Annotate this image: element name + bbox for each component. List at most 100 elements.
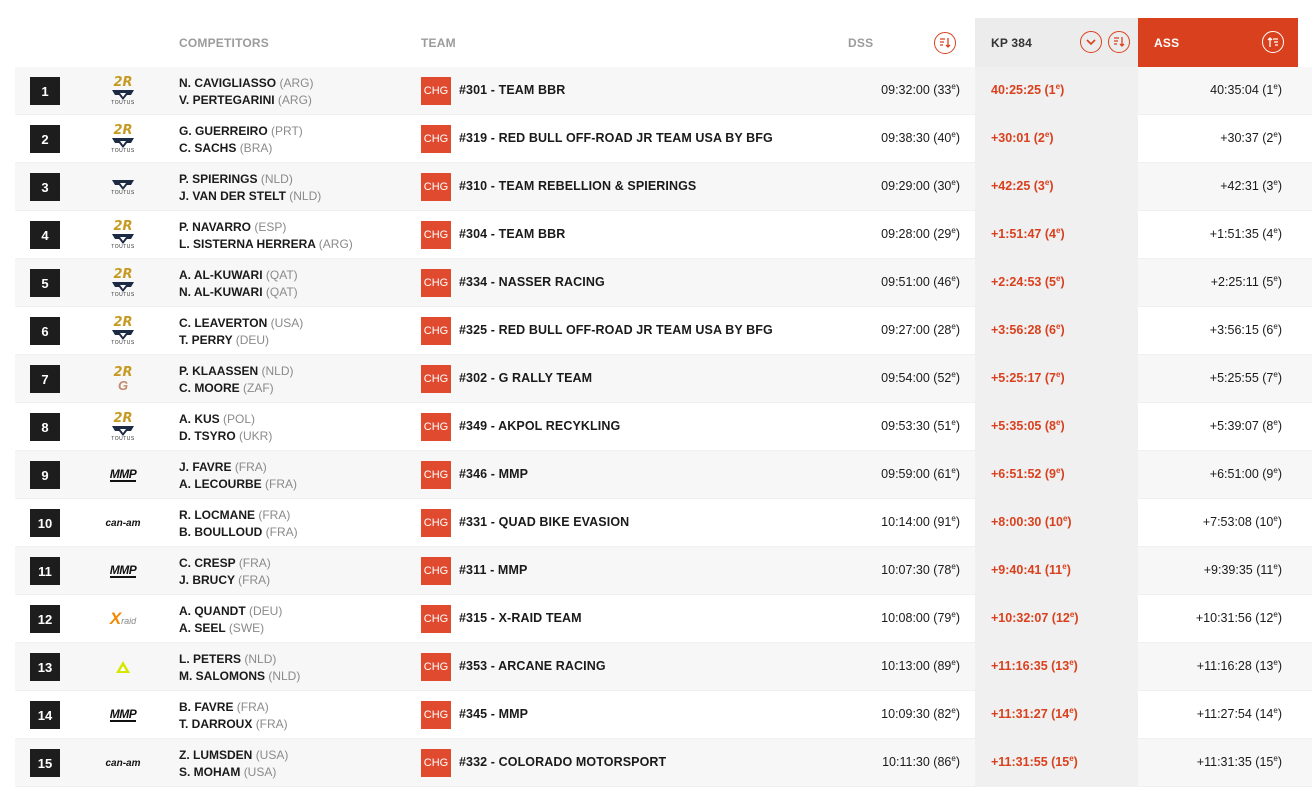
driver-nationality: (PRT) [271, 124, 303, 138]
rank-badge: 6 [30, 317, 60, 345]
ass-position-suffix: e [1273, 370, 1278, 379]
table-row[interactable]: 2 2R TOUTUS G. GUERREIRO (PRT) C. SACHS (BRA… [15, 115, 1312, 163]
header-competitors[interactable]: COMPETITORS [179, 18, 269, 67]
driver-nationality: (ESP) [254, 220, 287, 234]
team-name[interactable]: #319 - RED BULL OFF-ROAD JR TEAM USA BY … [459, 131, 773, 145]
kp-time: 40:25:25 (1e) [991, 82, 1065, 98]
competitor-names[interactable]: C. LEAVERTON (USA) T. PERRY (DEU) [179, 315, 303, 349]
team-name[interactable]: #334 - NASSER RACING [459, 275, 605, 289]
codriver-nationality: (NLD) [289, 189, 322, 203]
competitor-names[interactable]: C. CRESP (FRA) J. BRUCY (FRA) [179, 555, 271, 589]
sort-ascending-icon[interactable] [1262, 31, 1284, 53]
dss-time: 10:14:00 (91e) [881, 514, 960, 530]
codriver-nationality: (SWE) [228, 621, 265, 635]
competitor-names[interactable]: A. AL-KUWARI (QAT) N. AL-KUWARI (QAT) [179, 267, 298, 301]
ass-position-suffix: e [1273, 514, 1278, 523]
table-row[interactable]: 7 2R G P. KLAASSEN (NLD) C. MOORE (ZAF) CHG #3… [15, 355, 1312, 403]
kp-position-suffix: e [1044, 130, 1050, 139]
codriver-name: S. MOHAM [179, 765, 241, 779]
dss-time: 09:51:00 (46e) [881, 274, 960, 290]
competitor-names[interactable]: G. GUERREIRO (PRT) C. SACHS (BRA) [179, 123, 303, 157]
table-row[interactable]: 1 2R TOUTUS N. CAVIGLIASSO (ARG) V. PERTEGAR… [15, 67, 1312, 115]
codriver-name: L. SISTERNA HERRERA [179, 237, 316, 251]
driver-name: A. QUANDT [179, 604, 246, 618]
table-row[interactable]: 13 L. PETERS (NLD) M. SALOMONS (NLD) CHG #35… [15, 643, 1312, 691]
team-name[interactable]: #310 - TEAM REBELLION & SPIERINGS [459, 179, 696, 193]
codriver-name: T. PERRY [179, 333, 233, 347]
codriver-nationality: (BRA) [239, 141, 273, 155]
competitor-names[interactable]: A. QUANDT (DEU) A. SEEL (SWE) [179, 603, 282, 637]
ass-time: +6:51:00 (9e) [1209, 466, 1282, 482]
table-row[interactable]: 6 2R TOUTUS C. LEAVERTON (USA) T. PERRY (DEU… [15, 307, 1312, 355]
competitor-names[interactable]: Z. LUMSDEN (USA) S. MOHAM (USA) [179, 747, 288, 781]
competitor-names[interactable]: N. CAVIGLIASSO (ARG) V. PERTEGARINI (ARG) [179, 75, 313, 109]
ass-time: +2:25:11 (5e) [1210, 274, 1282, 290]
kp-time: +2:24:53 (5e) [991, 274, 1065, 290]
kp-time: +30:01 (2e) [991, 130, 1054, 146]
dss-position-suffix: e [951, 82, 956, 91]
kp-time: +42:25 (3e) [991, 178, 1054, 194]
sort-descending-icon[interactable] [934, 31, 956, 54]
table-row[interactable]: 14 MMP B. FAVRE (FRA) T. DARROUX (FRA) CHG #3… [15, 691, 1312, 739]
header-ass[interactable]: ASS [1138, 18, 1298, 67]
team-name[interactable]: #304 - TEAM BBR [459, 227, 565, 241]
dss-time: 09:54:00 (52e) [881, 370, 960, 386]
dss-time: 09:59:00 (61e) [881, 466, 960, 482]
dss-position-suffix: e [951, 226, 956, 235]
category-badge: CHG [421, 701, 451, 729]
team-name[interactable]: #301 - TEAM BBR [459, 83, 565, 97]
table-row[interactable]: 10 can-am R. LOCMANE (FRA) B. BOULLOUD (FRA… [15, 499, 1312, 547]
competitor-names[interactable]: P. SPIERINGS (NLD) J. VAN DER STELT (NLD) [179, 171, 321, 205]
header-kp[interactable]: KP 384 [975, 18, 1138, 67]
header-team[interactable]: TEAM [421, 18, 456, 67]
team-name[interactable]: #346 - MMP [459, 467, 528, 481]
chevron-down-icon[interactable] [1080, 31, 1102, 53]
team-name[interactable]: #332 - COLORADO MOTORSPORT [459, 755, 666, 769]
driver-nationality: (QAT) [265, 268, 298, 282]
team-name[interactable]: #353 - ARCANE RACING [459, 659, 606, 673]
table-row[interactable]: 8 2R TOUTUS A. KUS (POL) D. TSYRO (UKR) CHG #3… [15, 403, 1312, 451]
dss-sort-button[interactable] [934, 18, 956, 67]
table-row[interactable]: 4 2R TOUTUS P. NAVARRO (ESP) L. SISTERNA HER… [15, 211, 1312, 259]
table-row[interactable]: 9 MMP J. FAVRE (FRA) A. LECOURBE (FRA) CHG #3… [15, 451, 1312, 499]
team-name[interactable]: #302 - G RALLY TEAM [459, 371, 592, 385]
team-name[interactable]: #345 - MMP [459, 707, 528, 721]
team-name[interactable]: #315 - X-RAID TEAM [459, 611, 582, 625]
header-dss[interactable]: DSS [848, 18, 873, 67]
team-name[interactable]: #349 - AKPOL RECYKLING [459, 419, 620, 433]
table-row[interactable]: 12 Xraid A. QUANDT (DEU) A. SEEL (SWE) CHG #3… [15, 595, 1312, 643]
team-name[interactable]: #325 - RED BULL OFF-ROAD JR TEAM USA BY … [459, 323, 773, 337]
driver-name: R. LOCMANE [179, 508, 255, 522]
ass-time: +10:31:56 (12e) [1195, 610, 1282, 626]
dss-time: 09:32:00 (33e) [881, 82, 960, 98]
dss-time: 09:28:00 (29e) [881, 226, 960, 242]
codriver-nationality: (ARG) [277, 93, 312, 107]
team-logo: 2R TOUTUS [111, 123, 135, 154]
dss-time: 09:29:00 (30e) [881, 178, 960, 194]
ass-position-suffix: e [1273, 274, 1278, 283]
kp-time: +3:56:28 (6e) [991, 322, 1065, 338]
table-row[interactable]: 5 2R TOUTUS A. AL-KUWARI (QAT) N. AL-KUWARI … [15, 259, 1312, 307]
table-row[interactable]: 3 TOUTUS P. SPIERINGS (NLD) J. VAN DER STEL… [15, 163, 1312, 211]
competitor-names[interactable]: P. KLAASSEN (NLD) C. MOORE (ZAF) [179, 363, 293, 397]
kp-position-suffix: e [1069, 610, 1075, 619]
sort-descending-icon[interactable] [1108, 31, 1130, 53]
competitor-names[interactable]: B. FAVRE (FRA) T. DARROUX (FRA) [179, 699, 288, 733]
table-row[interactable]: 11 MMP C. CRESP (FRA) J. BRUCY (FRA) CHG #311… [15, 547, 1312, 595]
driver-name: G. GUERREIRO [179, 124, 268, 138]
table-row[interactable]: 15 can-am Z. LUMSDEN (USA) S. MOHAM (USA) CH… [15, 739, 1312, 787]
competitor-names[interactable]: A. KUS (POL) D. TSYRO (UKR) [179, 411, 272, 445]
team-name[interactable]: #311 - MMP [459, 563, 527, 577]
competitor-names[interactable]: P. NAVARRO (ESP) L. SISTERNA HERRERA (ARG… [179, 219, 353, 253]
driver-nationality: (DEU) [249, 604, 283, 618]
competitor-names[interactable]: L. PETERS (NLD) M. SALOMONS (NLD) [179, 651, 300, 685]
team-logo: 2R TOUTUS [111, 411, 135, 442]
category-badge: CHG [421, 413, 451, 441]
competitor-names[interactable]: J. FAVRE (FRA) A. LECOURBE (FRA) [179, 459, 297, 493]
kp-position-suffix: e [1055, 322, 1061, 331]
rank-badge: 12 [30, 605, 60, 633]
driver-nationality: (NLD) [261, 364, 294, 378]
competitor-names[interactable]: R. LOCMANE (FRA) B. BOULLOUD (FRA) [179, 507, 298, 541]
team-name[interactable]: #331 - QUAD BIKE EVASION [459, 515, 629, 529]
rank-badge: 11 [30, 557, 60, 585]
